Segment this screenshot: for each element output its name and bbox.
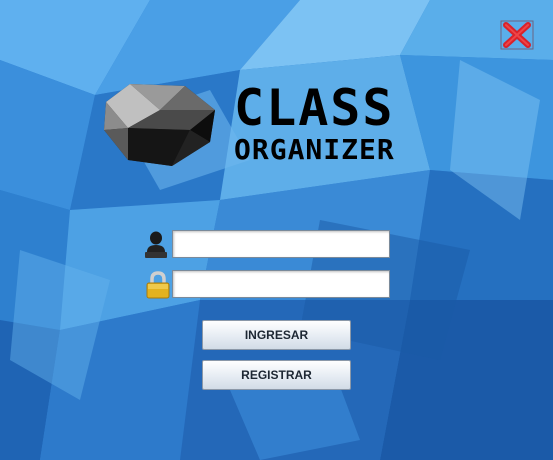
username-field[interactable]	[172, 230, 390, 258]
lock-icon	[146, 271, 170, 299]
logo-title-organizer: ORGANIZER	[234, 133, 395, 166]
user-icon	[145, 231, 167, 258]
close-button[interactable]	[500, 20, 534, 50]
ingresar-button[interactable]: INGRESAR	[202, 320, 351, 350]
gem-icon	[104, 84, 215, 166]
close-icon	[500, 20, 534, 50]
logo-title-class: CLASS	[234, 79, 395, 137]
password-field[interactable]	[172, 270, 390, 298]
registrar-button[interactable]: REGISTRAR	[202, 360, 351, 390]
